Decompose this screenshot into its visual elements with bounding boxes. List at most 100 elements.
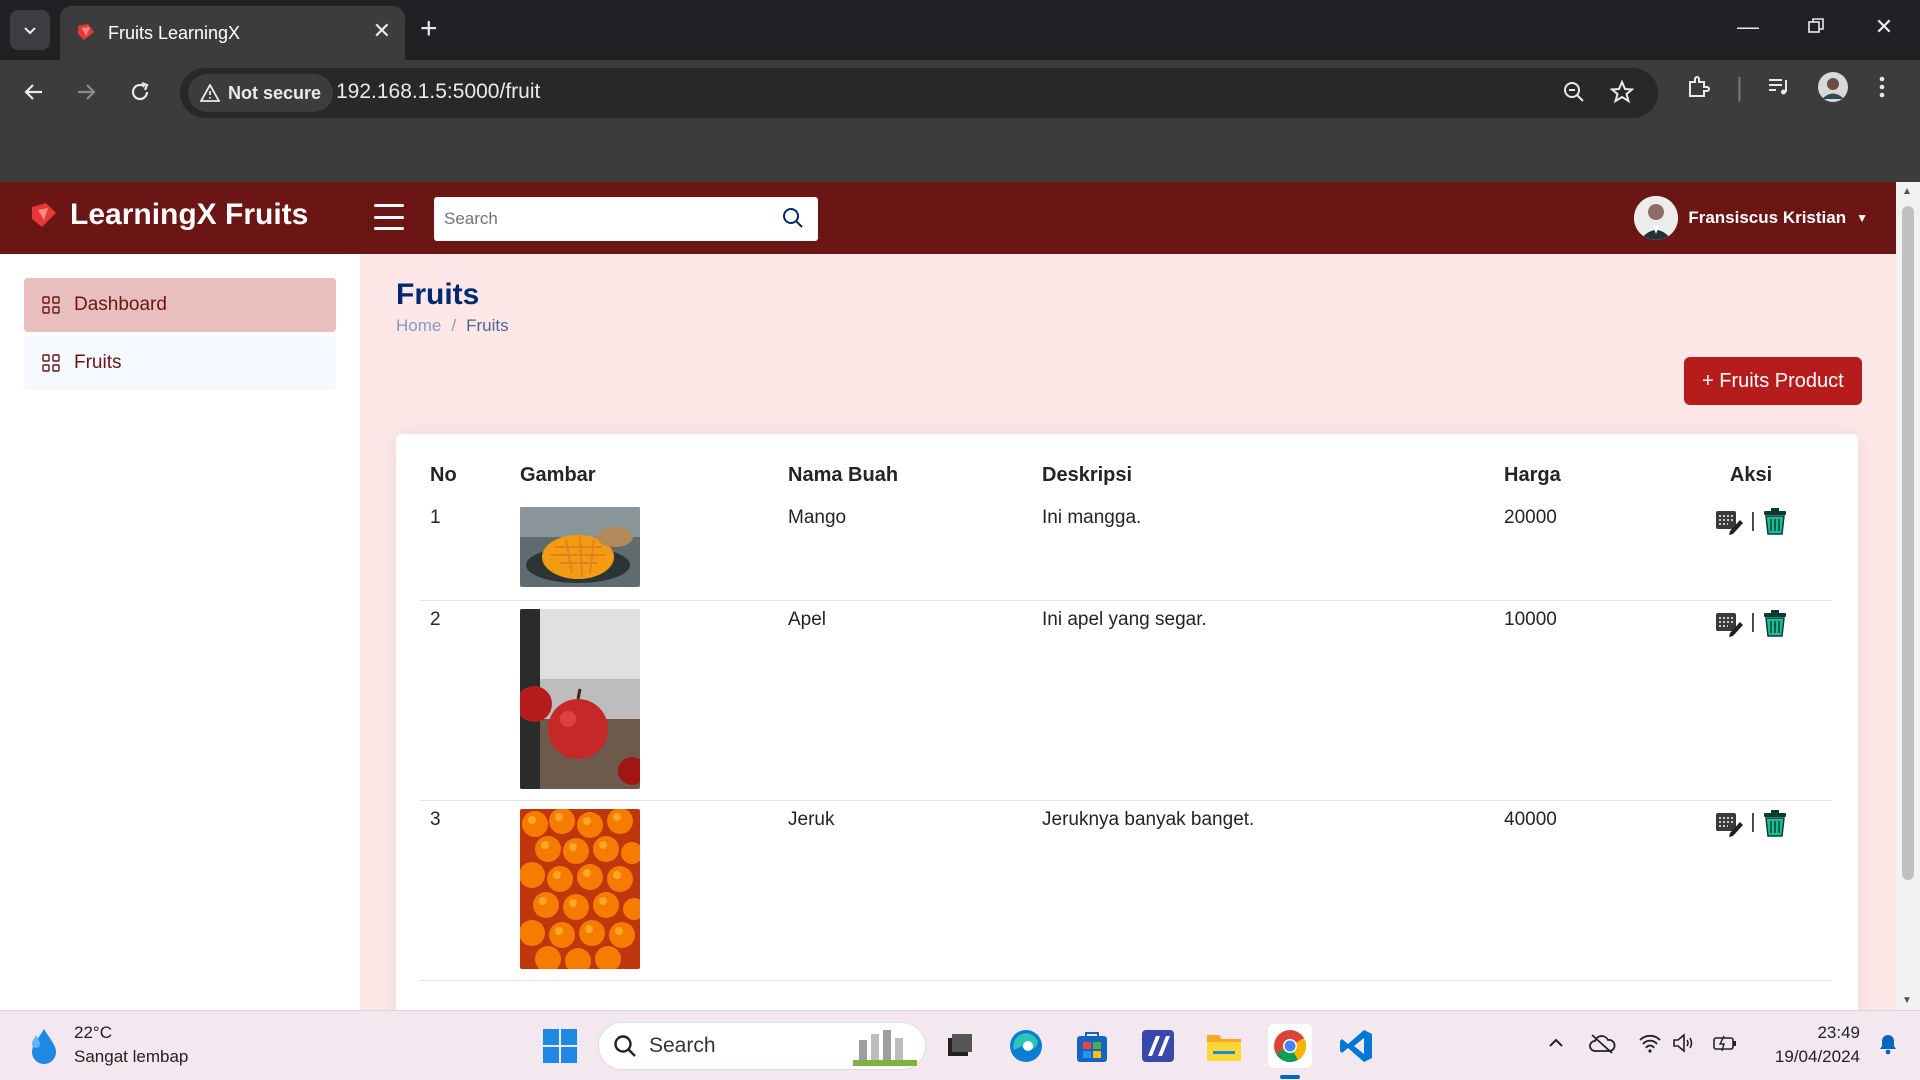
cell-price: 20000 <box>1494 499 1670 601</box>
avatar <box>1634 196 1679 240</box>
browser-tab[interactable]: Fruits LearningX ✕ <box>60 6 405 60</box>
cell-image <box>510 800 778 981</box>
apple-photo[interactable] <box>520 608 640 789</box>
new-tab-icon[interactable]: + <box>420 12 438 46</box>
sidebar-item-fruits[interactable]: Fruits <box>24 336 336 390</box>
chrome-browser-icon[interactable] <box>1268 1024 1312 1068</box>
column-header-no: No <box>430 464 457 486</box>
active-app-indicator <box>1280 1075 1300 1079</box>
tab-title: Fruits LearningX <box>108 23 241 43</box>
table-row: 3 Jeruk Jeruknya banyak banget. 40000 | <box>420 800 1832 981</box>
search-highlight-icon <box>853 1030 917 1066</box>
sidebar-item-label: Dashboard <box>74 294 167 315</box>
search-input[interactable] <box>434 197 774 241</box>
profile-avatar-icon[interactable] <box>1818 72 1848 107</box>
taskbar-search-label: Search <box>649 1034 716 1057</box>
grid-icon <box>42 354 60 372</box>
microsoft-store-icon[interactable] <box>1070 1024 1114 1068</box>
bookmark-star-icon[interactable] <box>1609 79 1635 109</box>
breadcrumb: Home / Fruits <box>396 316 509 336</box>
fruits-table-card: No Gambar Nama Buah Deskripsi Harga Aksi… <box>396 434 1858 1010</box>
action-separator: | <box>1750 811 1756 833</box>
design-app-icon[interactable] <box>1136 1024 1180 1068</box>
notification-bell-icon[interactable] <box>1878 1033 1898 1060</box>
extensions-icon[interactable] <box>1686 74 1712 105</box>
user-profile-dropdown[interactable]: Fransiscus Kristian ▼ <box>1634 196 1868 240</box>
cell-name: Jeruk <box>778 800 1032 981</box>
address-bar[interactable]: Not secure 192.168.1.5:5000/fruit <box>180 68 1658 118</box>
close-window-icon[interactable]: ✕ <box>1864 14 1904 40</box>
grid-icon <box>42 296 60 314</box>
scroll-down-icon[interactable]: ▼ <box>1902 995 1912 1006</box>
security-label: Not secure <box>228 82 322 103</box>
scroll-thumb[interactable] <box>1902 206 1914 880</box>
edit-icon[interactable] <box>1714 507 1744 535</box>
sidebar-item-dashboard[interactable]: Dashboard <box>24 278 336 332</box>
fruits-table: No Gambar Nama Buah Deskripsi Harga Aksi… <box>420 452 1832 981</box>
app-header: LearningX Fruits Fransiscus Kristian ▼ <box>0 182 1896 254</box>
caret-down-icon: ▼ <box>1856 211 1868 225</box>
app-favicon-icon <box>76 22 96 47</box>
back-icon[interactable] <box>16 74 52 110</box>
url-text[interactable]: 192.168.1.5:5000/fruit <box>336 80 540 104</box>
search-icon[interactable] <box>782 207 804 234</box>
minimize-icon[interactable]: — <box>1728 14 1768 40</box>
restore-icon[interactable] <box>1796 14 1836 40</box>
edge-browser-icon[interactable] <box>1004 1024 1048 1068</box>
search-bar <box>434 197 818 241</box>
taskbar-clock[interactable]: 23:49 19/04/2024 <box>1775 1021 1860 1069</box>
start-windows-icon[interactable] <box>538 1024 582 1068</box>
wifi-icon[interactable] <box>1638 1033 1662 1058</box>
delete-trash-icon[interactable] <box>1762 507 1788 535</box>
breadcrumb-home-link[interactable]: Home <box>396 316 441 336</box>
clock-time: 23:49 <box>1817 1023 1860 1042</box>
scroll-up-icon[interactable]: ▲ <box>1902 186 1912 197</box>
weather-widget[interactable]: 22°C Sangat lembap <box>24 1021 188 1069</box>
task-view-icon[interactable] <box>938 1024 982 1068</box>
zoom-icon[interactable] <box>1562 80 1586 109</box>
cell-no: 2 <box>420 600 510 801</box>
reload-icon[interactable] <box>122 74 158 110</box>
table-row: 2 Apel Ini apel yang segar. 10000 | <box>420 600 1832 801</box>
edit-icon[interactable] <box>1714 809 1744 837</box>
battery-charging-icon[interactable] <box>1712 1033 1738 1058</box>
table-header-row: No Gambar Nama Buah Deskripsi Harga Aksi <box>420 452 1832 499</box>
brand-logo-icon <box>32 203 56 227</box>
security-chip[interactable]: Not secure <box>188 74 334 112</box>
tab-close-icon[interactable]: ✕ <box>373 20 391 42</box>
brand-logo[interactable]: LearningX Fruits <box>30 198 308 232</box>
onedrive-offline-icon[interactable] <box>1588 1033 1616 1060</box>
delete-trash-icon[interactable] <box>1762 609 1788 637</box>
column-header-nama-buah: Nama Buah <box>788 464 899 486</box>
browser-tab-strip: Fruits LearningX ✕ + — ✕ <box>0 0 1920 60</box>
breadcrumb-current: Fruits <box>466 316 509 335</box>
browser-menu-icon[interactable] <box>1878 74 1886 105</box>
media-control-icon[interactable] <box>1766 74 1792 105</box>
mango-photo[interactable] <box>520 507 640 587</box>
column-header-harga: Harga <box>1504 464 1561 486</box>
tab-search-chevron-icon[interactable] <box>10 10 50 50</box>
forward-icon[interactable] <box>68 74 104 110</box>
browser-toolbar: Not secure 192.168.1.5:5000/fruit | <box>0 60 1920 122</box>
show-hidden-icons-chevron-icon[interactable] <box>1546 1033 1566 1058</box>
column-header-gambar: Gambar <box>520 464 596 486</box>
cell-image <box>510 499 778 601</box>
file-explorer-icon[interactable] <box>1202 1024 1246 1068</box>
delete-trash-icon[interactable] <box>1762 809 1788 837</box>
page-scrollbar[interactable]: ▲ ▼ <box>1896 182 1920 1010</box>
cell-description: Ini apel yang segar. <box>1032 600 1494 801</box>
volume-icon[interactable] <box>1672 1033 1696 1058</box>
cell-name: Apel <box>778 600 1032 801</box>
action-separator: | <box>1750 611 1756 633</box>
vscode-icon[interactable] <box>1334 1024 1378 1068</box>
cell-description: Ini mangga. <box>1032 499 1494 601</box>
cell-price: 10000 <box>1494 600 1670 801</box>
table-row: 1 Mango Ini mangga. 20000 | <box>420 499 1832 601</box>
edit-icon[interactable] <box>1714 609 1744 637</box>
os-taskbar: 22°C Sangat lembap Search 23:49 19/04/20… <box>0 1010 1920 1080</box>
orange-photo[interactable] <box>520 808 640 969</box>
menu-toggle-icon[interactable] <box>374 204 404 230</box>
bookmarks-bar <box>0 122 1920 182</box>
add-fruit-product-button[interactable]: + Fruits Product <box>1684 357 1862 405</box>
taskbar-search[interactable]: Search <box>598 1022 926 1070</box>
